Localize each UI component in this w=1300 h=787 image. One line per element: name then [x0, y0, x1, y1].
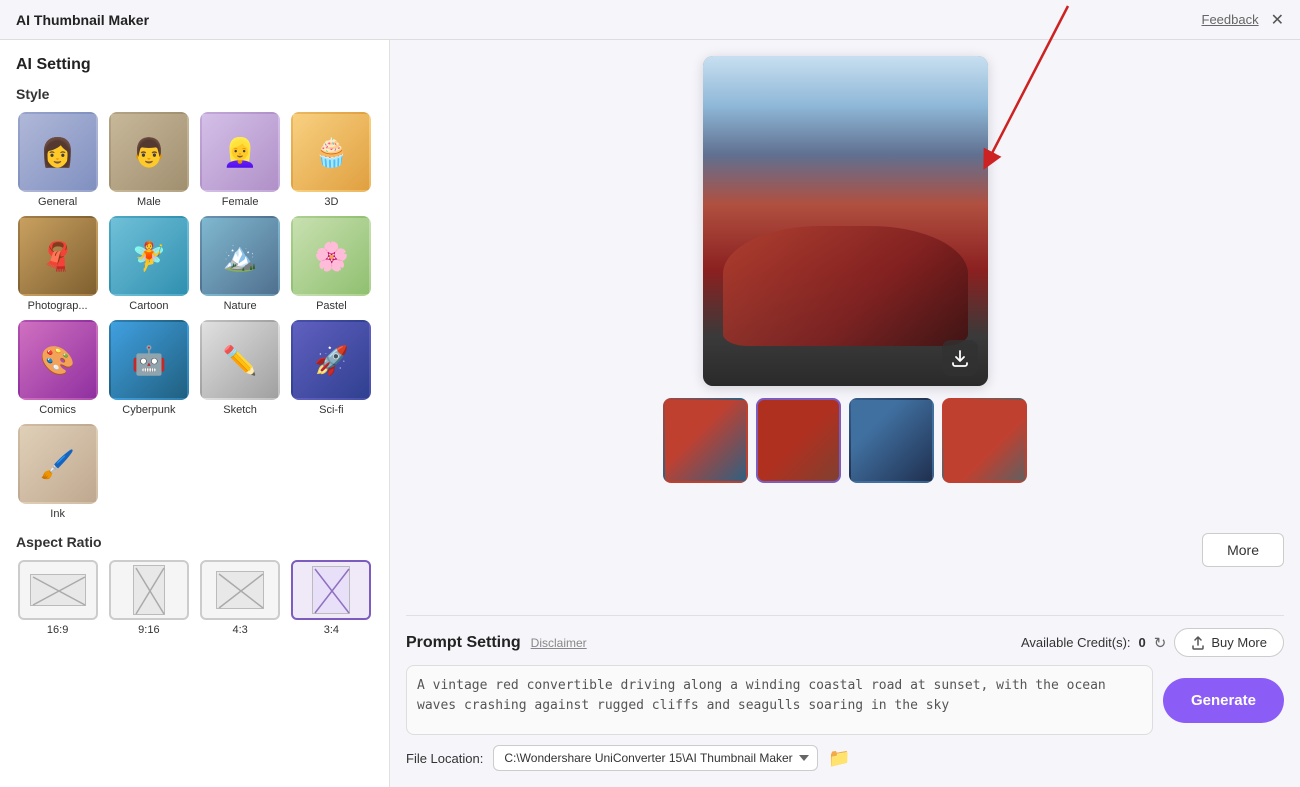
aspect-box-4-3: [200, 560, 280, 620]
generate-button[interactable]: Generate: [1163, 678, 1284, 723]
aspect-box-9-16: [109, 560, 189, 620]
folder-icon[interactable]: 📁: [828, 748, 850, 769]
disclaimer-link[interactable]: Disclaimer: [531, 636, 587, 650]
file-path-select[interactable]: C:\Wondershare UniConverter 15\AI Thumbn…: [493, 745, 818, 771]
style-label-general: General: [38, 196, 77, 208]
style-female[interactable]: 👱‍♀️ Female: [199, 112, 282, 208]
thumbnail-row: [663, 398, 1027, 483]
style-thumb-general: 👩: [18, 112, 98, 192]
prompt-title: Prompt Setting: [406, 634, 521, 652]
style-label-cyberpunk: Cyberpunk: [122, 404, 175, 416]
refresh-icon[interactable]: ↻: [1154, 634, 1167, 652]
aspect-3-4[interactable]: 3:4: [290, 560, 373, 636]
style-thumb-cartoon: 🧚: [109, 216, 189, 296]
aspect-section-title: Aspect Ratio: [16, 534, 373, 550]
title-bar-actions: Feedback ✕: [1202, 10, 1285, 30]
thumbnail-2[interactable]: [756, 398, 841, 483]
close-button[interactable]: ✕: [1271, 10, 1284, 30]
prompt-textarea[interactable]: A vintage red convertible driving along …: [406, 665, 1153, 735]
credits-label: Available Credit(s):: [1021, 635, 1131, 650]
style-thumb-female: 👱‍♀️: [200, 112, 280, 192]
style-section-title: Style: [16, 86, 373, 102]
style-label-comics: Comics: [39, 404, 76, 416]
style-label-scifi: Sci-fi: [319, 404, 343, 416]
aspect-16-9[interactable]: 16:9: [16, 560, 99, 636]
style-thumb-male: 👨: [109, 112, 189, 192]
style-general[interactable]: 👩 General: [16, 112, 99, 208]
style-label-ink: Ink: [50, 508, 65, 520]
style-label-sketch: Sketch: [223, 404, 257, 416]
style-label-pastel: Pastel: [316, 300, 347, 312]
aspect-label-4-3: 4:3: [232, 624, 247, 636]
style-label-cartoon: Cartoon: [129, 300, 168, 312]
prompt-header: Prompt Setting Disclaimer Available Cred…: [406, 628, 1284, 657]
style-thumb-cyberpunk: 🤖: [109, 320, 189, 400]
style-thumb-3d: 🧁: [291, 112, 371, 192]
file-label: File Location:: [406, 751, 483, 766]
main-image: [703, 56, 988, 386]
right-panel: More Prompt Setting Disclaimer Available…: [390, 40, 1300, 787]
style-ink[interactable]: 🖌️ Ink: [16, 424, 99, 520]
style-photography[interactable]: 🧣 Photograp...: [16, 216, 99, 312]
style-cyberpunk[interactable]: 🤖 Cyberpunk: [107, 320, 190, 416]
aspect-grid: 16:9 9:16 4:3: [16, 560, 373, 636]
style-thumb-ink: 🖌️: [18, 424, 98, 504]
style-thumb-nature: 🏔️: [200, 216, 280, 296]
style-thumb-pastel: 🌸: [291, 216, 371, 296]
aspect-label-16-9: 16:9: [47, 624, 68, 636]
title-bar: AI Thumbnail Maker Feedback ✕: [0, 0, 1300, 40]
image-area: [406, 56, 1284, 603]
ai-setting-title: AI Setting: [16, 56, 373, 74]
style-label-male: Male: [137, 196, 161, 208]
style-thumb-comics: 🎨: [18, 320, 98, 400]
thumbnail-4[interactable]: [942, 398, 1027, 483]
thumbnail-3[interactable]: [849, 398, 934, 483]
style-nature[interactable]: 🏔️ Nature: [199, 216, 282, 312]
style-label-photography: Photograp...: [28, 300, 88, 312]
credits-area: Available Credit(s): 0 ↻ Buy More: [1021, 628, 1284, 657]
style-grid: 👩 General 👨 Male 👱‍♀️ Female 🧁: [16, 112, 373, 520]
aspect-4-3[interactable]: 4:3: [199, 560, 282, 636]
aspect-box-3-4: [291, 560, 371, 620]
prompt-section: Prompt Setting Disclaimer Available Cred…: [406, 615, 1284, 735]
aspect-box-16-9: [18, 560, 98, 620]
style-thumb-sketch: ✏️: [200, 320, 280, 400]
file-bar: File Location: C:\Wondershare UniConvert…: [406, 735, 1284, 771]
style-thumb-photography: 🧣: [18, 216, 98, 296]
app-title: AI Thumbnail Maker: [16, 12, 149, 28]
style-label-3d: 3D: [324, 196, 338, 208]
aspect-label-3-4: 3:4: [324, 624, 339, 636]
main-image-wrapper: [703, 56, 988, 398]
style-label-nature: Nature: [224, 300, 257, 312]
style-3d[interactable]: 🧁 3D: [290, 112, 373, 208]
more-button[interactable]: More: [1202, 533, 1284, 567]
style-label-female: Female: [222, 196, 259, 208]
style-thumb-scifi: 🚀: [291, 320, 371, 400]
aspect-label-9-16: 9:16: [138, 624, 159, 636]
style-cartoon[interactable]: 🧚 Cartoon: [107, 216, 190, 312]
credits-value: 0: [1139, 635, 1146, 650]
style-pastel[interactable]: 🌸 Pastel: [290, 216, 373, 312]
style-comics[interactable]: 🎨 Comics: [16, 320, 99, 416]
download-button[interactable]: [942, 340, 978, 376]
feedback-link[interactable]: Feedback: [1202, 12, 1259, 27]
thumbnail-1[interactable]: [663, 398, 748, 483]
main-layout: AI Setting Style 👩 General 👨 Male 👱‍♀️: [0, 40, 1300, 787]
upload-icon: [1191, 636, 1205, 650]
prompt-row: A vintage red convertible driving along …: [406, 665, 1284, 735]
left-panel: AI Setting Style 👩 General 👨 Male 👱‍♀️: [0, 40, 390, 787]
prompt-title-group: Prompt Setting Disclaimer: [406, 634, 587, 652]
buy-more-button[interactable]: Buy More: [1174, 628, 1284, 657]
style-scifi[interactable]: 🚀 Sci-fi: [290, 320, 373, 416]
style-male[interactable]: 👨 Male: [107, 112, 190, 208]
aspect-9-16[interactable]: 9:16: [107, 560, 190, 636]
main-image-container: [703, 56, 988, 386]
style-sketch[interactable]: ✏️ Sketch: [199, 320, 282, 416]
